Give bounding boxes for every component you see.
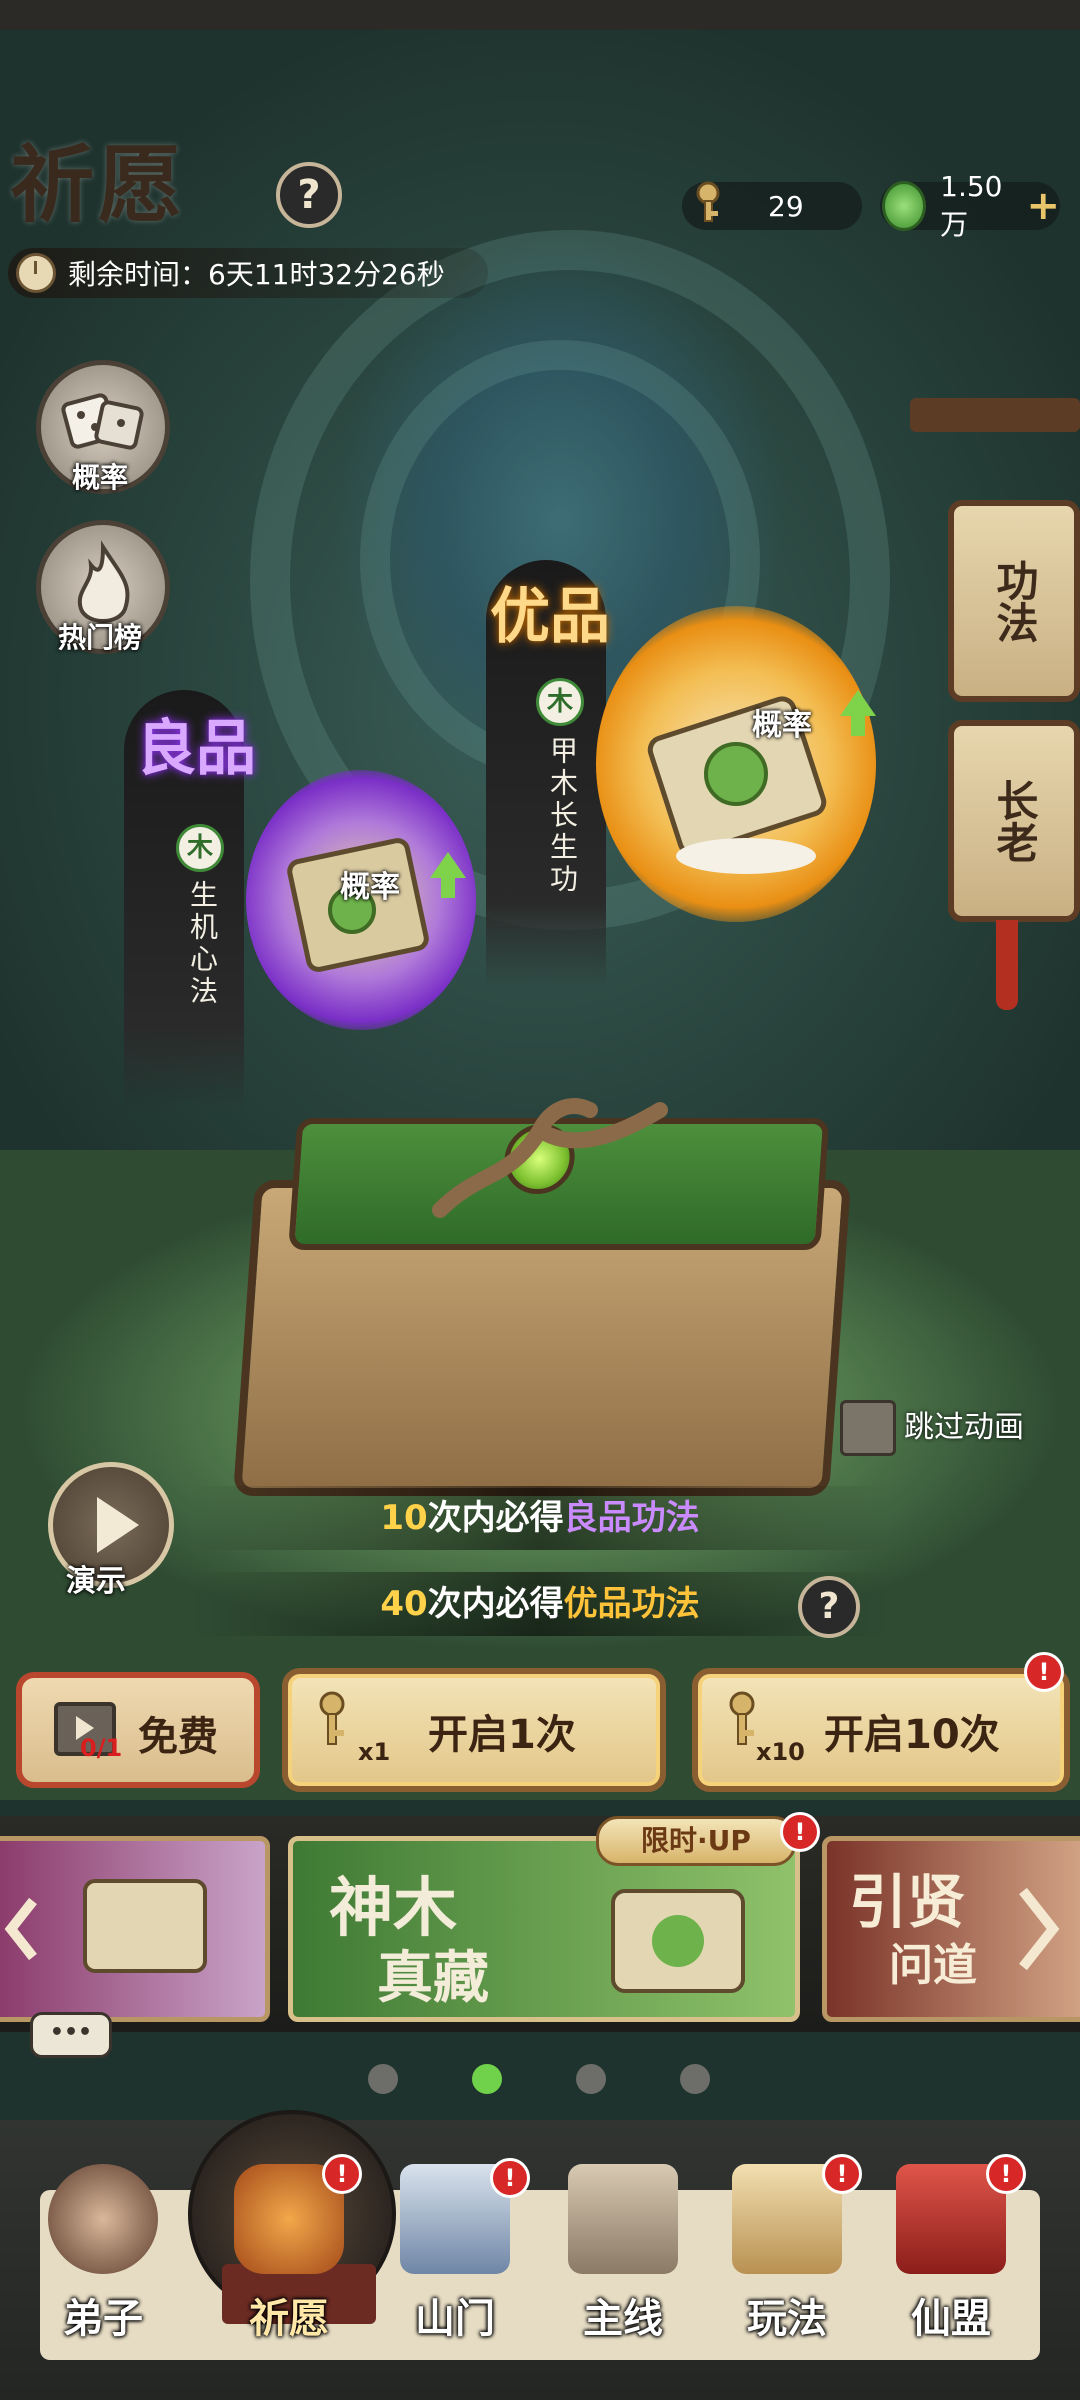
nav-label: 玩法 (747, 2296, 827, 2342)
chevron-right-icon[interactable] (1013, 1881, 1063, 1977)
once-cost: x1 (358, 1738, 391, 1766)
rate-up-icon (430, 852, 466, 898)
status-bar (0, 0, 1080, 30)
hot-rank-button[interactable]: 热门榜 (36, 520, 170, 654)
good-orb-rate-label: 概率 (340, 870, 400, 905)
pity-count: 40 (380, 1584, 428, 1624)
nav-wish[interactable]: 祈愿 ! (214, 2150, 364, 2380)
carousel-card-prev[interactable] (0, 1836, 270, 2022)
key-currency: 29 (682, 181, 862, 232)
free-count: 0/1 (80, 1734, 123, 1762)
jade-count: 1.50万 (940, 169, 1003, 241)
remaining-time-bar: 剩余时间：6天11时32分26秒 (8, 248, 488, 298)
carousel-card-next[interactable]: 引贤 问道 (822, 1836, 1080, 2022)
good-item-name: 生机心法 (186, 880, 219, 1008)
pity-count: 10 (380, 1498, 428, 1538)
probability-button[interactable]: 概率 (36, 360, 170, 494)
tab-elders[interactable]: 长老 (948, 720, 1080, 922)
key-icon (688, 181, 728, 232)
nav-label: 祈愿 (249, 2296, 329, 2342)
demo-label: 演示 (66, 1564, 126, 1599)
branch-decoration (432, 1098, 668, 1218)
skip-animation-label: 跳过动画 (904, 1410, 1024, 1445)
open-once-button[interactable]: x1 开启1次 (282, 1668, 666, 1792)
remaining-time-text: 剩余时间：6天11时32分26秒 (68, 258, 445, 291)
wood-element-badge: 木 (176, 824, 224, 872)
pity-text: 次内必得 (427, 1584, 564, 1624)
carousel-dot-4[interactable] (680, 2064, 710, 2094)
pity-reward: 良品功法 (563, 1498, 700, 1538)
limited-up-tag: 限时·UP (596, 1816, 796, 1866)
card-title-line2: 真藏 (377, 1945, 489, 2011)
great-item-orb[interactable] (596, 606, 876, 922)
open-once-label: 开启1次 (428, 1712, 576, 1758)
rate-up-icon (840, 690, 876, 736)
page-title: 祈愿 (10, 135, 187, 234)
nav-label: 弟子 (63, 2296, 143, 2342)
pity-help-button[interactable]: ? (798, 1576, 860, 1638)
carousel-dot-3[interactable] (576, 2064, 606, 2094)
wish-book-chest[interactable] (232, 1118, 852, 1496)
banner-carousel[interactable]: 神木 真藏 限时·UP ! 引贤 问道 ••• (0, 1812, 1080, 2058)
key-count: 29 (768, 189, 804, 223)
alert-badge: ! (780, 1812, 820, 1852)
free-label: 免费 (138, 1714, 218, 1760)
nav-label: 主线 (583, 2296, 663, 2342)
card-title-line2: 问道 (889, 1940, 977, 1991)
nav-label: 山门 (415, 2296, 495, 2342)
probability-label: 概率 (71, 461, 128, 494)
key-icon (319, 1691, 345, 1745)
disciple-avatar-icon (48, 2164, 158, 2274)
open-ten-label: 开启10次 (824, 1712, 1000, 1758)
great-grade-label: 优品 (490, 582, 610, 652)
alert-badge: ! (822, 2154, 862, 2194)
great-orb-rate-label: 概率 (752, 708, 812, 743)
help-button[interactable]: ? (276, 162, 342, 228)
pity-line-great: 40次内必得优品功法 (190, 1572, 890, 1636)
question-icon: ? (297, 172, 321, 218)
card-title-line1: 引贤 (849, 1868, 966, 1936)
clock-icon (16, 253, 56, 293)
wood-element-badge: 木 (536, 678, 584, 726)
nav-main-quest[interactable]: 主线 (548, 2150, 698, 2380)
alert-badge: ! (986, 2154, 1026, 2194)
ten-cost: x10 (756, 1738, 805, 1766)
carousel-dot-2-active[interactable] (472, 2064, 502, 2094)
skip-animation-checkbox[interactable] (840, 1400, 896, 1456)
open-ten-button[interactable]: x10 开启10次 (692, 1668, 1070, 1792)
nav-gameplay[interactable]: 玩法 ! (712, 2150, 862, 2380)
pity-reward: 优品功法 (563, 1584, 700, 1624)
great-item-name: 甲木长生功 (546, 736, 579, 896)
jade-icon (882, 181, 927, 231)
carousel-dot-1[interactable] (368, 2064, 398, 2094)
nav-label: 仙盟 (911, 2296, 991, 2342)
tab-skills[interactable]: 功法 (948, 500, 1080, 702)
question-icon: ? (818, 1586, 840, 1627)
chat-bubble-icon[interactable]: ••• (30, 2012, 112, 2058)
jade-currency: 1.50万 + (880, 170, 1060, 241)
pity-line-good: 10次内必得良品功法 (190, 1486, 890, 1550)
tab-signpost (910, 398, 1080, 432)
pity-text: 次内必得 (427, 1498, 564, 1538)
alert-badge: ! (322, 2154, 362, 2194)
alert-badge: ! (1024, 1652, 1064, 1692)
nav-sect-gate[interactable]: 山门 ! (380, 2150, 530, 2380)
hot-rank-label: 热门榜 (57, 621, 142, 654)
tassel-decoration (996, 920, 1018, 1010)
good-grade-label: 良品 (136, 714, 256, 784)
free-wish-button[interactable]: 0/1 免费 (16, 1672, 260, 1788)
alert-badge: ! (490, 2158, 530, 2198)
nav-alliance[interactable]: 仙盟 ! (876, 2150, 1026, 2380)
add-currency-icon[interactable]: + (1026, 183, 1060, 229)
sword-mountain-icon (568, 2164, 678, 2274)
nav-disciples[interactable]: 弟子 (28, 2150, 178, 2380)
